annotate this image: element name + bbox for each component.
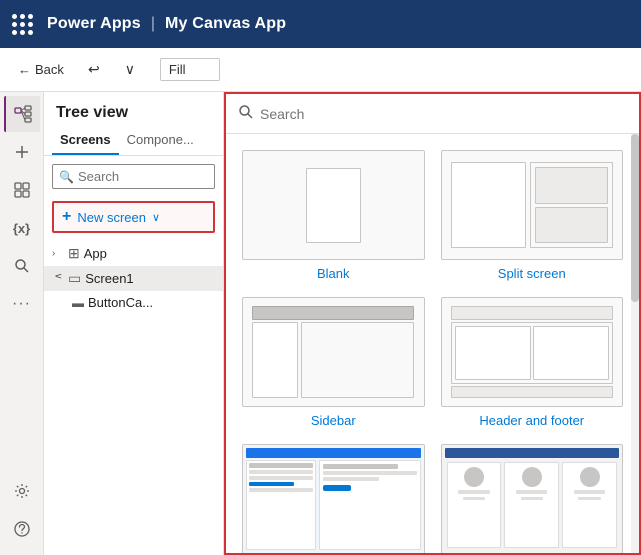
template-split-screen[interactable]: Split screen [441,150,624,281]
new-screen-button[interactable]: + New screen ∨ [52,201,215,233]
scrollbar-thumb[interactable] [631,134,639,302]
sidebar-label: Sidebar [311,413,356,428]
plus-icon: + [62,208,71,226]
app-label: App [84,246,107,261]
tree-view-title: Tree view [44,92,223,126]
main-layout: {x} ··· [0,92,641,555]
sidebar-preview [242,297,425,407]
templates-grid: Blank Spl [226,134,639,553]
header-footer-label: Header and footer [479,413,584,428]
blank-preview [242,150,425,260]
undo-button[interactable]: ↩ [80,56,108,84]
blank-label: Blank [317,266,350,281]
title-separator: | [151,15,155,33]
tree-search-input[interactable] [78,169,208,184]
settings-icon[interactable] [4,473,40,509]
chevron-down-icon: ∨ [152,211,160,224]
back-button[interactable]: ← Back [10,58,72,81]
tree-item-screen1[interactable]: ∨ ▭ Screen1 [44,266,223,291]
template-app2[interactable] [441,444,624,553]
app-icon: ⊞ [68,245,80,262]
button-icon: ▬ [72,296,84,310]
template-blank[interactable]: Blank [242,150,425,281]
fill-selector[interactable]: Fill [160,58,220,81]
screen1-label: Screen1 [85,271,133,286]
header-footer-preview [441,297,624,407]
back-arrow-icon: ← [18,62,31,77]
insert-icon[interactable] [4,134,40,170]
split-screen-preview [441,150,624,260]
top-bar: Power Apps | My Canvas App [0,0,641,48]
search-icon: 🔍 [59,170,74,184]
tree-item-button[interactable]: ▬ ButtonCa... [44,291,223,314]
search-icon [238,104,254,123]
side-panel: Tree view Screens Compone... 🔍 + New scr… [44,92,224,555]
scrollbar-track[interactable] [631,134,639,553]
more-icon[interactable]: ··· [4,286,40,322]
app-template-1-preview [242,444,425,553]
variables-icon[interactable]: {x} [4,210,40,246]
button-label: ButtonCa... [88,295,153,310]
waffle-icon[interactable] [12,14,33,35]
dropdown-search-bar [226,94,639,134]
chevron-down-icon: ∨ [53,273,64,285]
search-nav-icon[interactable] [4,248,40,284]
new-screen-dropdown: Blank Spl [224,92,641,555]
app-template-2-preview [441,444,624,553]
chevron-down-icon[interactable]: ∨ [116,56,144,84]
content-area: Blank Spl [224,92,641,555]
app-name[interactable]: Power Apps [47,15,141,33]
canvas-name[interactable]: My Canvas App [165,15,286,33]
template-sidebar[interactable]: Sidebar [242,297,425,428]
tree-search-box[interactable]: 🔍 [52,164,215,189]
tree-view-icon[interactable] [4,96,40,132]
chevron-right-icon: › [52,248,64,259]
template-app1[interactable] [242,444,425,553]
template-header-footer[interactable]: Header and footer [441,297,624,428]
tab-components[interactable]: Compone... [119,126,202,155]
tree-item-app[interactable]: › ⊞ App [44,241,223,266]
split-screen-label: Split screen [498,266,566,281]
tree-items: › ⊞ App ∨ ▭ Screen1 ▬ ButtonCa... [44,237,223,318]
back-label: Back [35,62,64,77]
icon-bar: {x} ··· [0,92,44,555]
second-bar: ← Back ↩ ∨ Fill [0,48,641,92]
new-screen-label: New screen [77,210,146,225]
help-icon[interactable] [4,511,40,547]
data-icon[interactable] [4,172,40,208]
tab-screens[interactable]: Screens [52,126,119,155]
dropdown-search-input[interactable] [260,106,627,122]
screen-icon: ▭ [68,270,81,287]
tree-tabs: Screens Compone... [44,126,223,156]
